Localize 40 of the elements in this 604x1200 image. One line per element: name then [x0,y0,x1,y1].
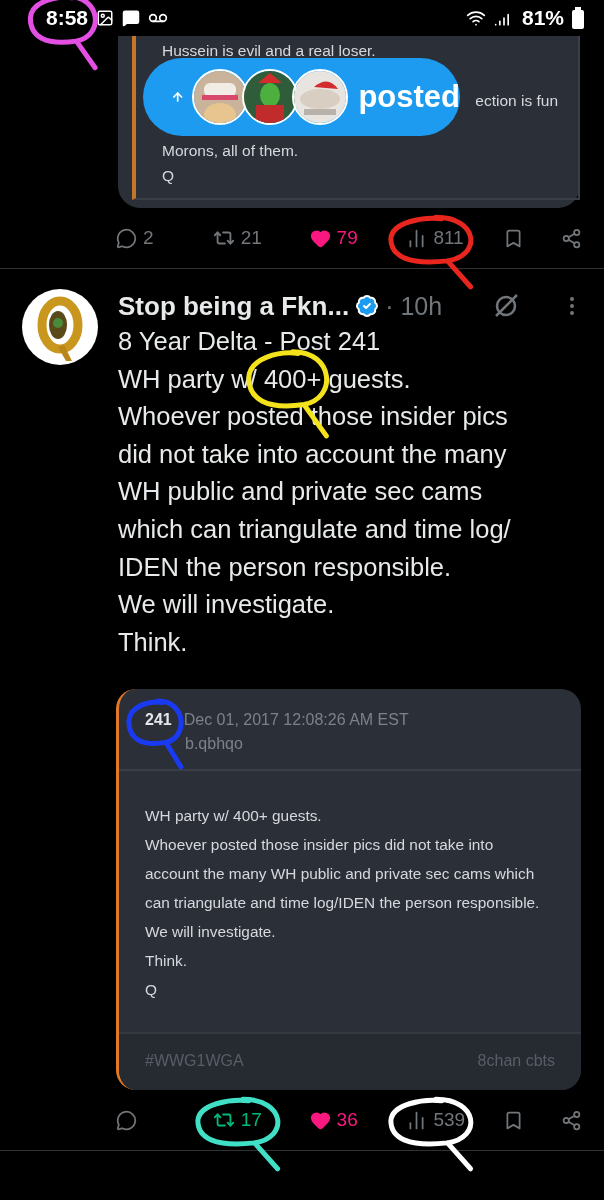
post-text-line: 8 Year Delta - Post 241 [118,326,382,357]
speech-bubble-icon [116,227,137,249]
quoted-post-paragraph: WH party w/ 400+ guests. [145,806,323,827]
image-icon [96,9,115,27]
battery-icon [572,7,584,29]
wifi-icon [465,8,486,28]
reply-button[interactable]: 2 [116,227,176,249]
post-text-line: We will investigate. [118,589,336,621]
quoted-post-paragraph: Think. [145,951,188,972]
post-number: 241 [145,711,172,730]
repost-button[interactable]: 21 [212,227,273,249]
post-text-line: did not take into account the many [118,438,508,470]
quoted-post-paragraph: We will investigate. [145,922,277,943]
chat-icon [122,9,141,27]
post-text-line: which can triangulate and time log/ [118,513,512,545]
post-text-line: WH public and private sec cams [118,476,484,508]
speech-bubble-icon [116,1109,137,1131]
quoted-post-paragraph: Q [145,980,158,1001]
battery-level: 81% [521,6,564,30]
quoted-post-paragraph: Whoever posted those insider pics did not take into account the many WH public and private sec cams which can triangulate and time log/IDEN the person responsible. [145,835,541,914]
quoted-post-line: Hussein is evil and a real loser. [162,41,376,61]
new-posts-button[interactable]: posted [143,58,460,136]
views-button[interactable]: 539 [406,1109,467,1132]
quoted-post-card[interactable] [116,689,581,1091]
clock-time: 8:58 [46,6,89,30]
quoted-post-line: Q [162,166,175,186]
author-name[interactable]: Stop being a Fkn... [118,290,350,322]
quoted-post-line: ection is fun [475,91,558,111]
views-button[interactable]: 811 [406,227,467,249]
quoted-post-line: Morons, all of them. [162,141,299,161]
like-button[interactable]: 79 [309,227,370,249]
repost-button[interactable]: 17 [212,1109,273,1132]
post-text-line: IDEN the person responsible. [118,551,453,583]
share-icon[interactable] [561,1109,582,1131]
tripcode: b.qbhqo [184,735,244,754]
post-date: Dec 01, 2017 12:08:26 AM EST [183,711,409,730]
share-icon[interactable] [561,227,582,249]
like-button[interactable]: 36 [309,1109,370,1132]
post-time: · 10h [385,291,443,321]
post-text-line: Think. [118,626,189,658]
